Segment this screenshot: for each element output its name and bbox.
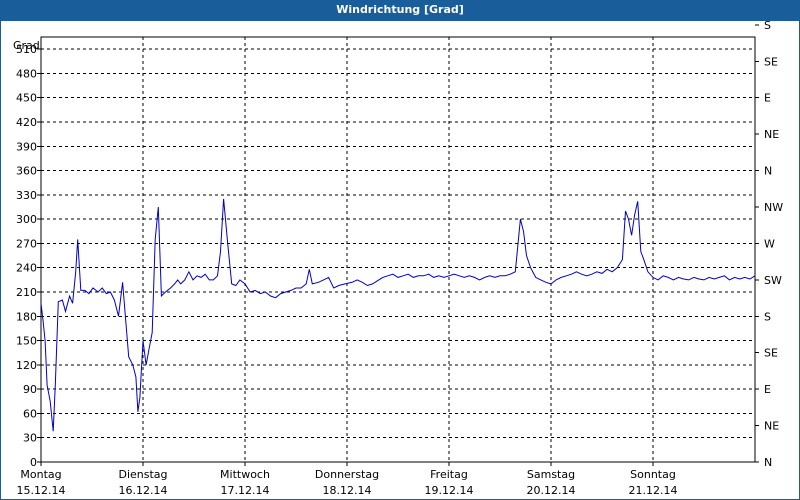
left-tick-label: 210	[16, 286, 37, 299]
left-tick-label: 120	[16, 359, 37, 372]
left-tick-label: 420	[16, 116, 37, 129]
x-date-label: 18.12.14	[323, 484, 372, 497]
left-tick-label: 30	[23, 432, 37, 445]
left-tick-label: 240	[16, 262, 37, 275]
x-day-label: Sonntag	[630, 468, 676, 481]
right-tick-label: W	[764, 237, 775, 250]
x-day-label: Mittwoch	[220, 468, 270, 481]
right-tick-label: SW	[764, 274, 782, 287]
left-tick-labels: 0306090120150180210240270300330360390420…	[16, 43, 37, 469]
wind-direction-chart: Grad 03060901201501802102402703003303603…	[13, 21, 783, 497]
left-tick-label: 390	[16, 140, 37, 153]
left-tick-label: 60	[23, 407, 37, 420]
left-tick-label: 450	[16, 92, 37, 105]
x-day-label: Donnerstag	[315, 468, 379, 481]
axes-layer	[37, 24, 759, 466]
right-tick-label: N	[764, 165, 772, 178]
left-tick-label: 330	[16, 189, 37, 202]
right-tick-label: E	[764, 92, 771, 105]
right-tick-label: NE	[764, 420, 779, 433]
right-tick-labels: N NE E SE S SW W NW N NE E SE S	[764, 21, 783, 469]
left-tick-label: 150	[16, 335, 37, 348]
x-date-label: 21.12.14	[629, 484, 678, 497]
plot-frame	[40, 36, 756, 463]
right-tick-label: NE	[764, 128, 779, 141]
window-titlebar: Windrichtung [Grad]	[0, 0, 800, 21]
x-date-label: 17.12.14	[221, 484, 270, 497]
x-day-label: Freitag	[430, 468, 468, 481]
left-tick-label: 360	[16, 165, 37, 178]
left-tick-label: 510	[16, 43, 37, 56]
left-tick-label: 270	[16, 237, 37, 250]
right-tick-label: SE	[764, 347, 778, 360]
right-tick-label: NW	[764, 201, 783, 214]
left-tick-label: 180	[16, 310, 37, 323]
grid-layer	[41, 37, 755, 462]
x-date-label: 15.12.14	[17, 484, 66, 497]
x-date-label: 16.12.14	[119, 484, 168, 497]
left-tick-label: 480	[16, 67, 37, 80]
right-tick-label: SE	[764, 55, 778, 68]
left-tick-label: 300	[16, 213, 37, 226]
window-title: Windrichtung [Grad]	[336, 3, 464, 16]
day-labels: Montag 15.12.14 Dienstag 16.12.14 Mittwoch 17…	[17, 468, 678, 497]
x-day-label: Samstag	[527, 468, 575, 481]
right-tick-label: E	[764, 383, 771, 396]
wind-direction-line	[40, 198, 756, 432]
x-date-label: 20.12.14	[527, 484, 576, 497]
right-tick-label: S	[764, 21, 771, 32]
left-tick-label: 90	[23, 383, 37, 396]
x-day-label: Montag	[20, 468, 61, 481]
x-date-label: 19.12.14	[425, 484, 474, 497]
x-day-label: Dienstag	[118, 468, 167, 481]
right-tick-label: S	[764, 310, 771, 323]
right-tick-label: N	[764, 456, 772, 469]
series-layer	[40, 198, 756, 432]
